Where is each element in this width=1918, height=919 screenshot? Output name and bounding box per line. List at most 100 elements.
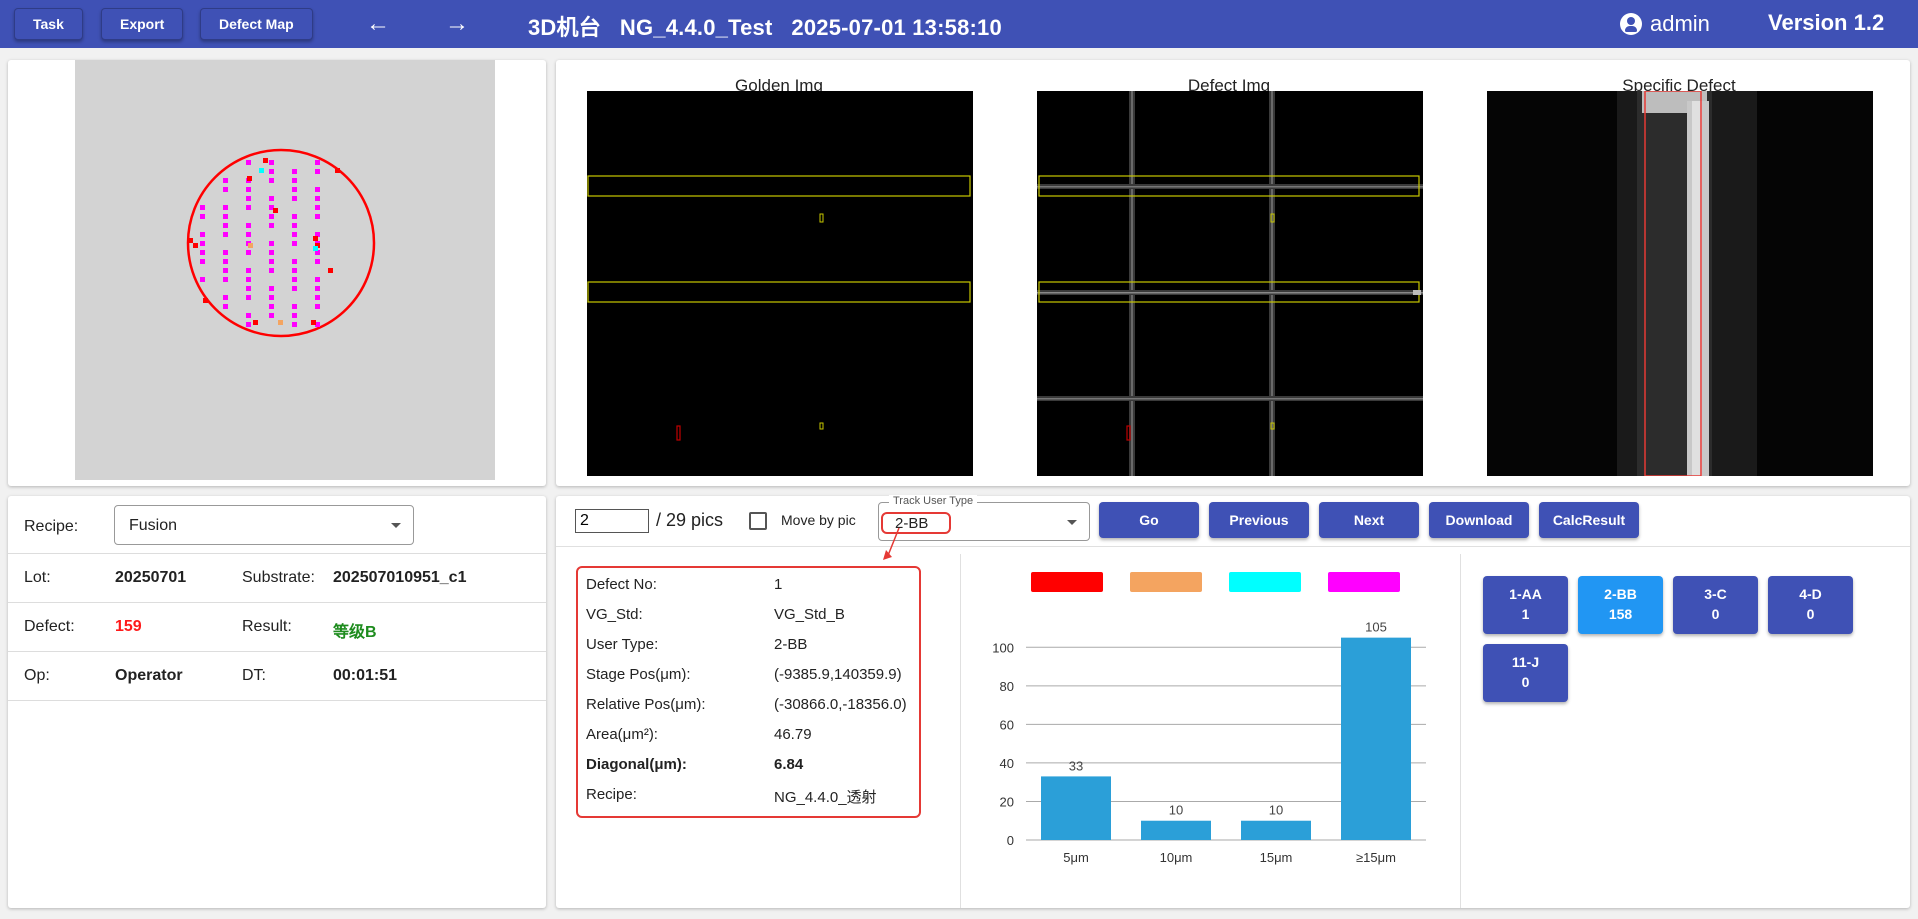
defect-row: Defect: 159 Result: 等级B: [8, 603, 546, 652]
defect-dot: [335, 168, 340, 173]
defect-dot: [292, 277, 297, 282]
defect-dot: [292, 223, 297, 228]
page-number-input[interactable]: [575, 509, 649, 533]
y-tick-label: 80: [1000, 679, 1014, 694]
type-button-2-bb[interactable]: 2-BB 158: [1578, 576, 1663, 634]
version-label: Version 1.2: [1768, 10, 1885, 35]
defect-dot: [253, 320, 258, 325]
detail-value: 46.79: [774, 726, 812, 743]
result-value: 等级B: [333, 624, 377, 641]
defect-dot: [223, 277, 228, 282]
user-menu[interactable]: admin: [1620, 11, 1710, 37]
substrate-value: 202507010951_c1: [333, 569, 467, 586]
move-by-pic-checkbox[interactable]: [749, 512, 767, 530]
next-button[interactable]: Next: [1319, 502, 1419, 538]
chevron-down-icon: [391, 523, 401, 528]
move-by-pic-label: Move by pic: [781, 512, 856, 528]
bar: [1241, 820, 1311, 840]
detail-value: 2-BB: [774, 636, 808, 653]
specific-defect-img[interactable]: [1487, 91, 1873, 476]
defect-dot: [292, 241, 297, 246]
arrow-left-icon[interactable]: ←: [363, 9, 393, 39]
defect-dot: [292, 178, 297, 183]
defect-dot: [292, 214, 297, 219]
defect-dot: [247, 176, 252, 181]
defect-dot: [223, 295, 228, 300]
defect-dot: [246, 196, 251, 201]
defect-dot: [292, 232, 297, 237]
recipe-label: Recipe:: [24, 518, 79, 535]
defect-dot: [269, 295, 274, 300]
type-button-1-aa[interactable]: 1-AA 1: [1483, 576, 1568, 634]
dt-label: DT:: [242, 667, 266, 684]
defect-dot: [278, 320, 283, 325]
defect-label: Defect:: [24, 618, 75, 635]
defect-dot: [269, 160, 274, 165]
track-user-type-label: Track User Type: [889, 495, 978, 507]
defect-dot: [223, 268, 228, 273]
export-button[interactable]: Export: [101, 8, 184, 40]
detail-value: (-9385.9,140359.9): [774, 666, 902, 683]
defect-dot: [269, 178, 274, 183]
defect-dot: [223, 214, 228, 219]
lot-label: Lot:: [24, 569, 51, 586]
recipe-select[interactable]: Fusion: [114, 505, 414, 545]
defect-dot: [313, 236, 318, 241]
defect-size-chart: 0 20 40 60 80 100 33 5μm 10 10μm 10 15μm 105 ≥15μm: [992, 572, 1426, 865]
defect-dot: [315, 304, 320, 309]
data-label: 33: [1069, 758, 1083, 773]
defect-img[interactable]: [1037, 91, 1423, 476]
data-label: 10: [1269, 803, 1283, 818]
task-button[interactable]: Task: [14, 8, 83, 40]
defect-dot: [200, 214, 205, 219]
page-total: / 29 pics: [656, 510, 724, 530]
defect-dot: [223, 232, 228, 237]
defect-dot: [263, 158, 268, 163]
detail-value: 6.84: [774, 756, 804, 773]
defect-dot: [292, 259, 297, 264]
download-button[interactable]: Download: [1429, 502, 1529, 538]
bar: [1141, 820, 1211, 840]
golden-img[interactable]: [587, 91, 973, 476]
defect-dot: [315, 205, 320, 210]
defect-dot: [273, 208, 278, 213]
defect-dot: [200, 259, 205, 264]
type-name: 3-C: [1704, 586, 1727, 602]
type-button-3-c[interactable]: 3-C 0: [1673, 576, 1758, 634]
calc-result-button[interactable]: CalcResult: [1539, 502, 1639, 538]
legend-swatch: [1229, 572, 1301, 592]
defect-dot: [292, 286, 297, 291]
detail-label: VG_Std:: [586, 606, 643, 623]
type-name: 4-D: [1799, 586, 1822, 602]
lot-row: Lot: 20250701 Substrate: 202507010951_c1: [8, 554, 546, 603]
previous-button[interactable]: Previous: [1209, 502, 1309, 538]
arrow-right-icon[interactable]: →: [442, 9, 472, 39]
type-button-11-j[interactable]: 11-J 0: [1483, 644, 1568, 702]
op-value: Operator: [115, 667, 183, 684]
user-name: admin: [1650, 11, 1710, 36]
defect-dot: [269, 223, 274, 228]
type-button-4-d[interactable]: 4-D 0: [1768, 576, 1853, 634]
legend-swatch: [1328, 572, 1400, 592]
type-count: 0: [1806, 606, 1815, 622]
detail-value: 1: [774, 576, 783, 593]
divider: [556, 546, 1910, 547]
dt-value: 00:01:51: [333, 667, 398, 684]
type-name: 11-J: [1511, 654, 1540, 670]
defect-map-button[interactable]: Defect Map: [200, 8, 313, 40]
defect-dot: [269, 304, 274, 309]
callout-arrow: [883, 527, 900, 560]
go-button[interactable]: Go: [1099, 502, 1199, 538]
y-tick-label: 100: [992, 640, 1014, 655]
defect-dot: [200, 232, 205, 237]
defect-dot: [193, 243, 198, 248]
defect-dot: [269, 313, 274, 318]
defect-dot: [246, 268, 251, 273]
defect-dot: [269, 196, 274, 201]
info-panel: Recipe: Fusion Lot: 20250701 Substrate: …: [8, 496, 546, 908]
defect-dot: [313, 246, 318, 251]
defect-dot: [200, 241, 205, 246]
wafer-map[interactable]: [75, 60, 495, 480]
defect-dot: [292, 196, 297, 201]
detail-label: Diagonal(μm):: [586, 756, 687, 773]
